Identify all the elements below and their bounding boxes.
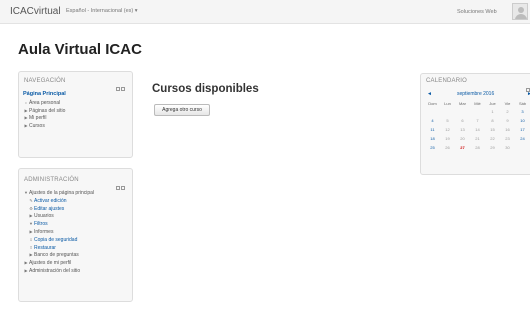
calendar-day[interactable]: 9 (500, 116, 515, 125)
calendar-day[interactable]: 5 (440, 116, 455, 125)
calendar-day[interactable]: 11 (425, 125, 440, 134)
administration-item[interactable]: ▶Informes (23, 228, 94, 236)
block-controls-icon[interactable] (115, 78, 125, 91)
administration-item[interactable]: ⇧Restaurar (23, 244, 94, 252)
item-label: Ajustes de la página principal (29, 190, 95, 196)
administration-item[interactable]: ▶Banco de preguntas (23, 251, 94, 259)
calendar-day[interactable]: 15 (485, 125, 500, 134)
weekday-header: Mar (459, 101, 466, 106)
administration-block-title: ADMINISTRACIÓN (24, 177, 79, 183)
add-course-button[interactable]: Agrega otro curso (154, 104, 210, 116)
calendar-day[interactable]: 3 (515, 107, 530, 116)
item-label: Editar ajustes (34, 205, 65, 212)
navigation-item[interactable]: • Área personal (23, 99, 66, 107)
item-label: Restaurar (34, 244, 56, 251)
calendar-day[interactable]: 10 (515, 116, 530, 125)
navigation-item[interactable]: ▶Mi perfil (23, 114, 66, 122)
calendar-day (440, 107, 455, 116)
item-label: Usuarios (34, 213, 54, 220)
calendar-day[interactable]: 26 (440, 143, 455, 152)
weekday-header: Lun (444, 101, 451, 106)
calendar-day[interactable]: 8 (485, 116, 500, 125)
calendar-day[interactable]: 14 (470, 125, 485, 134)
item-label: Informes (34, 228, 54, 235)
administration-item[interactable]: ▶Administración del sitio (23, 267, 94, 275)
available-courses-heading: Cursos disponibles (152, 83, 259, 95)
top-navbar: ICACvirtual Español - Internacional (es)… (0, 0, 530, 24)
administration-item[interactable]: ▶Usuarios (23, 212, 94, 220)
calendar-day (425, 107, 440, 116)
weekday-header: Jue (489, 101, 496, 106)
calendar-day[interactable]: 1 (485, 107, 500, 116)
user-silhouette-icon (518, 7, 524, 13)
item-label: Administración del sitio (29, 267, 81, 274)
item-label: Copia de seguridad (34, 236, 78, 243)
navigation-item[interactable]: ▶Páginas del sitio (23, 107, 66, 115)
navigation-list: Página Principal • Área personal ▶Páginas d… (23, 91, 66, 130)
navigation-block-title: NAVEGACIÓN (24, 78, 66, 84)
calendar-day[interactable]: 23 (500, 134, 515, 143)
calendar-day[interactable]: 18 (425, 134, 440, 143)
calendar-month-link[interactable]: septiembre 2016 (457, 91, 494, 97)
item-label: Banco de preguntas (34, 252, 79, 259)
calendar-block-title: CALENDARIO (426, 78, 468, 84)
calendar-day[interactable]: 25 (425, 143, 440, 152)
user-name-link[interactable]: Soluciones Web (457, 9, 497, 15)
calendar-day[interactable]: 29 (485, 143, 500, 152)
item-label: Cursos (29, 123, 45, 130)
calendar-day (515, 143, 530, 152)
user-avatar[interactable] (512, 3, 528, 20)
administration-item[interactable]: ⇩Copia de seguridad (23, 236, 94, 244)
calendar-block: CALENDARIO ◄ septiembre 2016 ► Dom Lun Mar… (420, 73, 530, 175)
item-label: Activar edición (34, 197, 67, 204)
item-label: Filtros (34, 221, 48, 228)
administration-item[interactable]: ⚙Editar ajustes (23, 205, 94, 213)
administration-item[interactable]: ▼Ajustes de la página principal (23, 189, 94, 197)
block-controls-icon[interactable] (525, 79, 530, 92)
weekday-header: Vie (504, 101, 511, 106)
item-label: Mi perfil (29, 115, 47, 122)
calendar-grid: Dom Lun Mar Mié Jue Vie Sáb 1 2 3 4 5 6 7 8 9 10 11 12 13 1… (425, 100, 530, 152)
site-brand-link[interactable]: ICACvirtual (10, 6, 61, 17)
language-menu[interactable]: Español - Internacional (es) ▾ (66, 8, 138, 14)
calendar-day[interactable]: 4 (425, 116, 440, 125)
navigation-block: NAVEGACIÓN Página Principal • Área persona… (18, 71, 133, 158)
item-label: Ajustes de mi perfil (29, 260, 72, 267)
calendar-day (470, 107, 485, 116)
administration-item[interactable]: ✎Activar edición (23, 197, 94, 205)
item-label: Páginas del sitio (29, 107, 66, 114)
block-controls-icon[interactable] (115, 177, 125, 190)
calendar-day (455, 107, 470, 116)
item-label: Página Principal (23, 91, 66, 97)
weekday-header: Dom (428, 101, 437, 106)
calendar-day[interactable]: 2 (500, 107, 515, 116)
administration-item[interactable]: ▼Filtros (23, 220, 94, 228)
calendar-day[interactable]: 6 (455, 116, 470, 125)
calendar-day[interactable]: 21 (470, 134, 485, 143)
weekday-header: Sáb (518, 101, 527, 106)
calendar-day[interactable]: 24 (515, 134, 530, 143)
calendar-day[interactable]: 28 (470, 143, 485, 152)
navigation-item[interactable]: ▶Cursos (23, 122, 66, 130)
item-label: Área personal (29, 99, 61, 106)
administration-block: ADMINISTRACIÓN ▼Ajustes de la página pri… (18, 168, 133, 302)
calendar-day[interactable]: 30 (500, 143, 515, 152)
calendar-day[interactable]: 19 (440, 134, 455, 143)
navigation-item[interactable]: Página Principal (23, 91, 66, 99)
weekday-header: Mié (474, 101, 481, 106)
calendar-day[interactable]: 16 (500, 125, 515, 134)
calendar-day[interactable]: 22 (485, 134, 500, 143)
calendar-day[interactable]: 20 (455, 134, 470, 143)
administration-list: ▼Ajustes de la página principal ✎Activar … (23, 189, 94, 275)
calendar-day[interactable]: 13 (455, 125, 470, 134)
calendar-day[interactable]: 12 (440, 125, 455, 134)
calendar-day[interactable]: 7 (470, 116, 485, 125)
previous-month-icon[interactable]: ◄ (427, 91, 432, 97)
administration-item[interactable]: ▶Ajustes de mi perfil (23, 259, 94, 267)
calendar-day[interactable]: 27 (455, 143, 470, 152)
calendar-day[interactable]: 17 (515, 125, 530, 134)
page-title: Aula Virtual ICAC (18, 41, 142, 58)
